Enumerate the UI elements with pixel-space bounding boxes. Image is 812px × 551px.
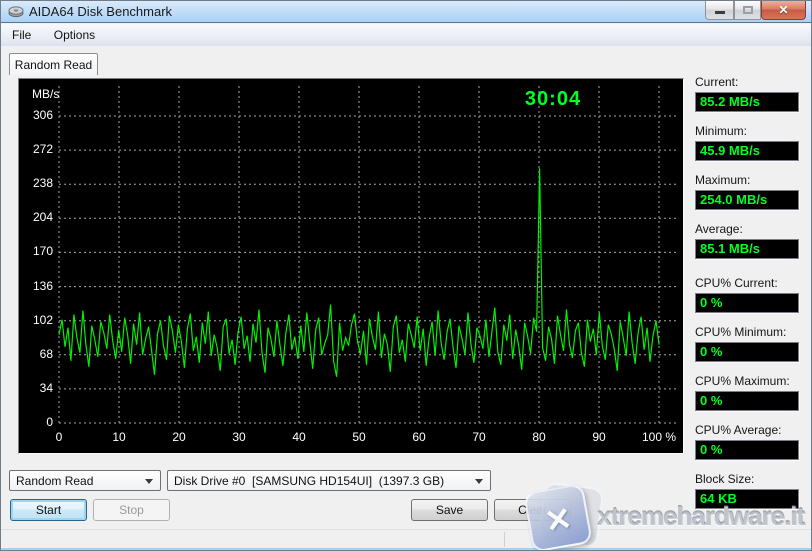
close-button[interactable]: ✕	[761, 1, 806, 20]
stat-block-size: Block Size: 64 KB	[695, 472, 799, 509]
menu-bar: File Options	[1, 24, 811, 47]
stat-cpu-current: CPU% Current: 0 %	[695, 276, 799, 313]
benchmark-plot	[58, 86, 677, 424]
stat-cpu-maximum: CPU% Maximum: 0 %	[695, 374, 799, 411]
stat-value: 0 %	[695, 293, 799, 313]
stat-label: CPU% Minimum:	[695, 325, 787, 339]
stat-label: Maximum:	[695, 173, 751, 187]
status-bar	[1, 529, 811, 548]
y-axis-unit-label: MB/s	[32, 87, 60, 101]
close-icon: ✕	[778, 3, 789, 17]
title-bar: AIDA64 Disk Benchmark ✕	[1, 1, 811, 23]
stat-label: CPU% Average:	[695, 423, 782, 437]
stat-value: 85.1 MB/s	[695, 239, 799, 259]
stat-value: 45.9 MB/s	[695, 141, 799, 161]
maximize-icon	[743, 6, 753, 14]
stat-label: CPU% Current:	[695, 276, 778, 290]
minimize-button[interactable]	[705, 1, 734, 20]
drive-select-value: Disk Drive #0 [SAMSUNG HD154UI] (1397.3 …	[174, 474, 445, 488]
stat-value: 0 %	[695, 391, 799, 411]
minimize-icon	[715, 11, 725, 14]
stat-label: Current:	[695, 75, 739, 89]
elapsed-time: 30:04	[524, 88, 582, 110]
stat-label: Block Size:	[695, 472, 755, 486]
test-type-value: Random Read	[16, 474, 94, 488]
stat-label: Average:	[695, 222, 743, 236]
stat-value: 254.0 MB/s	[695, 190, 799, 210]
tab-random-read[interactable]: Random Read	[9, 53, 98, 75]
disk-icon	[8, 5, 24, 18]
stat-cpu-minimum: CPU% Minimum: 0 %	[695, 325, 799, 362]
stat-value: 0 %	[695, 440, 799, 460]
stat-maximum: Maximum: 254.0 MB/s	[695, 173, 799, 210]
tab-label: Random Read	[14, 58, 93, 72]
stat-label: Minimum:	[695, 124, 748, 138]
maximize-button[interactable]	[734, 1, 761, 20]
stat-value: 64 KB	[695, 489, 799, 509]
chevron-down-icon	[145, 479, 153, 484]
test-type-select[interactable]: Random Read	[9, 470, 161, 491]
menu-options[interactable]: Options	[45, 24, 104, 42]
window-title: AIDA64 Disk Benchmark	[29, 4, 173, 19]
stat-current: Current: 85.2 MB/s	[695, 75, 799, 112]
stat-value: 0 %	[695, 342, 799, 362]
clear-button[interactable]: Clear	[494, 499, 571, 521]
stat-cpu-average: CPU% Average: 0 %	[695, 423, 799, 460]
stat-minimum: Minimum: 45.9 MB/s	[695, 124, 799, 161]
chevron-down-icon	[475, 479, 483, 484]
app-window: AIDA64 Disk Benchmark ✕ File Options Ran…	[0, 0, 812, 551]
save-button[interactable]: Save	[411, 499, 488, 521]
stat-value: 85.2 MB/s	[695, 92, 799, 112]
stat-average: Average: 85.1 MB/s	[695, 222, 799, 259]
caption-buttons: ✕	[705, 1, 806, 20]
benchmark-chart-panel: MB/s 30:04 306 272 238 204 170 136 102 68 34 0 01…	[18, 78, 684, 454]
status-bar-divider	[504, 532, 505, 547]
start-button[interactable]: Start	[10, 499, 87, 521]
menu-file[interactable]: File	[3, 24, 40, 42]
stop-button[interactable]: Stop	[93, 499, 170, 521]
stat-label: CPU% Maximum:	[695, 374, 790, 388]
drive-select[interactable]: Disk Drive #0 [SAMSUNG HD154UI] (1397.3 …	[167, 470, 491, 491]
